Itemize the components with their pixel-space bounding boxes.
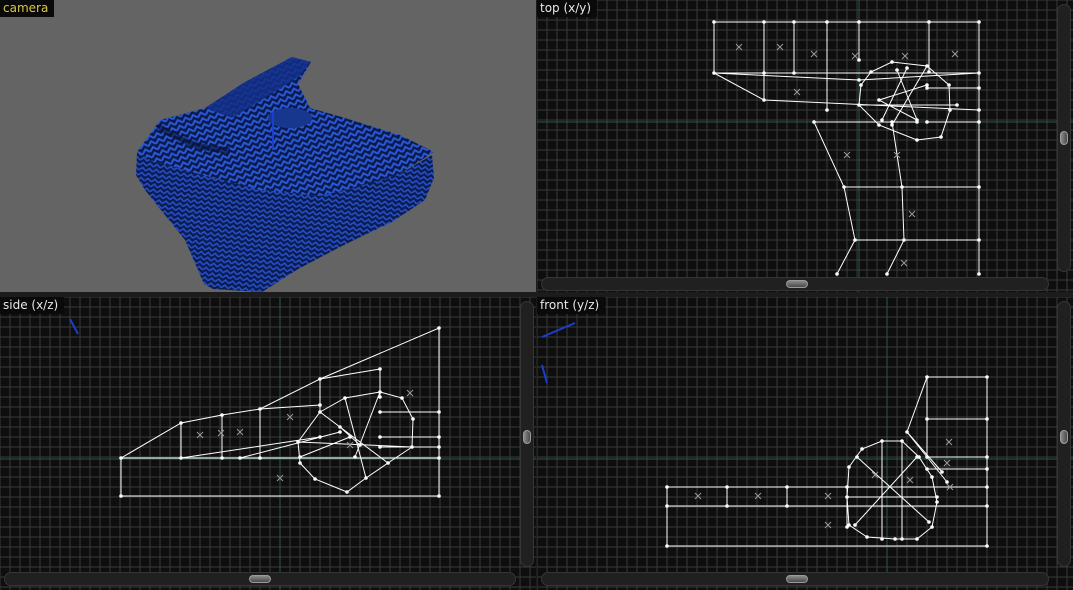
side-viewport-label: side (x/z) [0,297,65,314]
terrain-mesh-render[interactable] [0,0,536,292]
side-vertical-scroll-thumb[interactable] [523,430,531,444]
front-vertical-scrollbar[interactable] [1057,301,1071,567]
front-viewport-grid [537,297,1073,590]
front-horizontal-scrollbar[interactable] [541,572,1049,586]
camera-viewport-label: camera [0,0,55,17]
top-horizontal-scrollbar[interactable] [541,277,1049,291]
top-horizontal-scroll-thumb[interactable] [786,280,808,288]
front-viewport-label: front (y/z) [537,297,606,314]
top-vertical-scroll-thumb[interactable] [1060,131,1068,145]
front-horizontal-scroll-thumb[interactable] [786,575,808,583]
front-vertical-scroll-thumb[interactable] [1060,430,1068,444]
side-viewport-grid [0,297,536,590]
top-viewport-grid [537,0,1073,292]
side-horizontal-scrollbar[interactable] [4,572,516,586]
top-viewport[interactable]: top (x/y) [537,0,1073,292]
front-viewport[interactable]: front (y/z) [537,297,1073,590]
side-vertical-scrollbar[interactable] [520,301,534,567]
top-viewport-label: top (x/y) [537,0,598,17]
camera-viewport[interactable]: camera [0,0,536,292]
side-horizontal-scroll-thumb[interactable] [249,575,271,583]
side-viewport[interactable]: side (x/z) [0,297,536,590]
top-vertical-scrollbar[interactable] [1057,4,1071,272]
